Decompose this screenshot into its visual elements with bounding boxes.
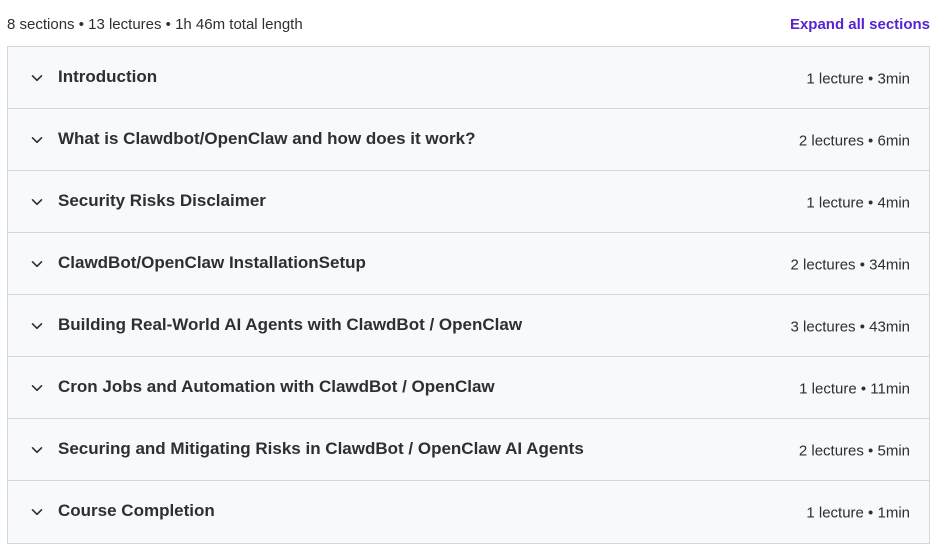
- section-title: Course Completion: [58, 501, 215, 520]
- section-list: Introduction 1 lecture • 3min What is Cl…: [7, 46, 930, 544]
- section-introduction[interactable]: Introduction 1 lecture • 3min: [8, 47, 929, 109]
- section-title: Security Risks Disclaimer: [58, 190, 266, 210]
- section-building-ai-agents[interactable]: Building Real-World AI Agents with Clawd…: [8, 295, 929, 357]
- course-content: 8 sections • 13 lectures • 1h 46m total …: [0, 0, 936, 551]
- section-meta: 3 lectures • 43min: [790, 317, 910, 335]
- chevron-down-icon: [30, 71, 44, 85]
- section-securing-mitigating-risks[interactable]: Securing and Mitigating Risks in ClawdBo…: [8, 419, 929, 481]
- section-meta: 1 lecture • 3min: [806, 69, 910, 87]
- chevron-down-icon: [30, 381, 44, 395]
- chevron-down-icon: [30, 133, 44, 147]
- section-cron-jobs-automation[interactable]: Cron Jobs and Automation with ClawdBot /…: [8, 357, 929, 419]
- section-security-risks-disclaimer[interactable]: Security Risks Disclaimer 1 lecture • 4m…: [8, 171, 929, 233]
- section-course-completion[interactable]: Course Completion 1 lecture • 1min: [8, 481, 929, 543]
- section-installation-setup[interactable]: ClawdBot/OpenClaw InstallationSetup 2 le…: [8, 233, 929, 295]
- section-meta: 1 lecture • 11min: [799, 379, 910, 397]
- chevron-down-icon: [30, 195, 44, 209]
- chevron-down-icon: [30, 505, 44, 519]
- section-meta: 1 lecture • 4min: [806, 193, 910, 211]
- expand-all-sections-button[interactable]: Expand all sections: [790, 16, 930, 33]
- curriculum-summary-bar: 8 sections • 13 lectures • 1h 46m total …: [7, 14, 930, 34]
- section-title: What is Clawdbot/OpenClaw and how does i…: [58, 128, 476, 148]
- section-title: Cron Jobs and Automation with ClawdBot /…: [58, 376, 495, 396]
- section-meta: 2 lectures • 5min: [798, 441, 910, 459]
- curriculum-summary: 8 sections • 13 lectures • 1h 46m total …: [7, 15, 303, 33]
- section-title: Introduction: [58, 66, 158, 86]
- section-meta: 1 lecture • 1min: [806, 504, 910, 522]
- chevron-down-icon: [30, 319, 44, 333]
- chevron-down-icon: [30, 257, 44, 271]
- section-meta: 2 lectures • 6min: [798, 131, 910, 149]
- chevron-down-icon: [30, 443, 44, 457]
- section-title: Securing and Mitigating Risks in ClawdBo…: [58, 438, 584, 458]
- section-meta: 2 lectures • 34min: [790, 255, 910, 273]
- section-title: ClawdBot/OpenClaw InstallationSetup: [58, 252, 366, 272]
- section-title: Building Real-World AI Agents with Clawd…: [58, 314, 523, 334]
- section-what-is-clawdbot[interactable]: What is Clawdbot/OpenClaw and how does i…: [8, 109, 929, 171]
